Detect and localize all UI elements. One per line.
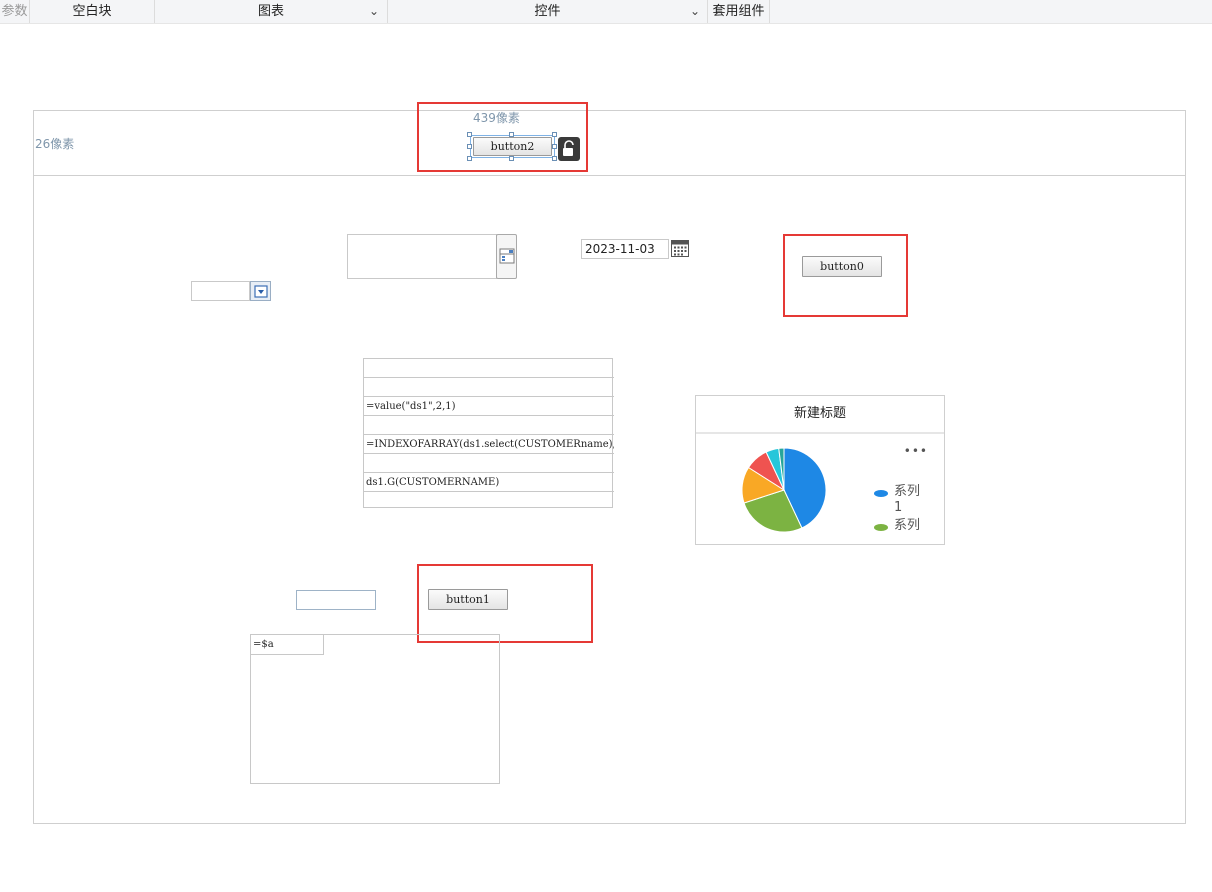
report-row[interactable] bbox=[364, 416, 614, 435]
report-row[interactable]: =value("ds1",2,1) bbox=[364, 397, 614, 416]
pie-chart bbox=[741, 447, 827, 533]
resize-handle[interactable] bbox=[552, 132, 557, 137]
report-block[interactable]: =value("ds1",2,1) =INDEXOFARRAY(ds1.sele… bbox=[363, 358, 614, 508]
parameter-panel[interactable] bbox=[33, 110, 1186, 176]
resize-handle[interactable] bbox=[467, 144, 472, 149]
formula-block[interactable]: =$a bbox=[250, 634, 500, 784]
button2[interactable]: button2 bbox=[473, 137, 552, 156]
chevron-down-icon[interactable]: ⌄ bbox=[690, 0, 700, 23]
button1[interactable]: button1 bbox=[428, 589, 508, 610]
legend-label: 系列 1 bbox=[894, 484, 921, 515]
report-row[interactable] bbox=[364, 454, 614, 473]
legend-label: 系列 bbox=[894, 518, 921, 533]
toolbar-item-templates[interactable]: 套用组件 bbox=[708, 0, 770, 23]
resize-handle[interactable] bbox=[509, 156, 514, 161]
toolbar-item-blank-block[interactable]: 空白块 bbox=[30, 0, 155, 23]
resize-handle[interactable] bbox=[552, 156, 557, 161]
legend-swatch-series1 bbox=[874, 490, 888, 497]
resize-handle[interactable] bbox=[467, 156, 472, 161]
report-row[interactable] bbox=[364, 378, 614, 397]
more-options-icon[interactable]: ••• bbox=[904, 444, 928, 458]
resize-handle[interactable] bbox=[467, 132, 472, 137]
height-indicator: 26像素 bbox=[35, 137, 75, 151]
toolbar-item-widget[interactable]: 控件 bbox=[388, 0, 708, 23]
chevron-down-icon[interactable]: ⌄ bbox=[369, 0, 379, 23]
formula-cell[interactable]: =$a bbox=[251, 635, 324, 655]
textarea-widget[interactable] bbox=[347, 234, 497, 279]
text-input[interactable] bbox=[296, 590, 376, 610]
legend-swatch-series2 bbox=[874, 524, 888, 531]
combo-box[interactable] bbox=[191, 281, 250, 301]
report-row[interactable] bbox=[364, 492, 614, 508]
chart-plot-area: ••• 系列 1 系列 bbox=[696, 432, 944, 546]
report-row[interactable]: ds1.G(CUSTOMERNAME) bbox=[364, 473, 614, 492]
combo-dropdown-button[interactable] bbox=[250, 281, 271, 301]
date-input[interactable]: 2023-11-03 bbox=[581, 239, 669, 259]
resize-handle[interactable] bbox=[509, 132, 514, 137]
calendar-icon[interactable] bbox=[670, 238, 690, 259]
unlock-icon[interactable] bbox=[558, 137, 580, 161]
chart-widget[interactable]: 新建标题 ••• 系列 1 系列 bbox=[695, 395, 945, 545]
tree-combo-button[interactable] bbox=[496, 234, 517, 279]
chart-title: 新建标题 bbox=[696, 396, 944, 433]
legend-item[interactable]: 系列 1 bbox=[874, 484, 934, 518]
button0[interactable]: button0 bbox=[802, 256, 882, 277]
widget-toolbar: 参数 空白块 图表 ⌄ 控件 ⌄ 套用组件 bbox=[0, 0, 1212, 24]
report-row[interactable] bbox=[364, 359, 614, 378]
toolbar-item-params[interactable]: 参数 bbox=[0, 0, 30, 23]
chart-legend: 系列 1 系列 bbox=[874, 484, 934, 534]
toolbar-item-chart[interactable]: 图表 bbox=[155, 0, 388, 23]
date-value: 2023-11-03 bbox=[585, 242, 655, 256]
legend-item[interactable]: 系列 bbox=[874, 518, 934, 534]
resize-handle[interactable] bbox=[552, 144, 557, 149]
report-row[interactable]: =INDEXOFARRAY(ds1.select(CUSTOMERname),1… bbox=[364, 435, 614, 454]
